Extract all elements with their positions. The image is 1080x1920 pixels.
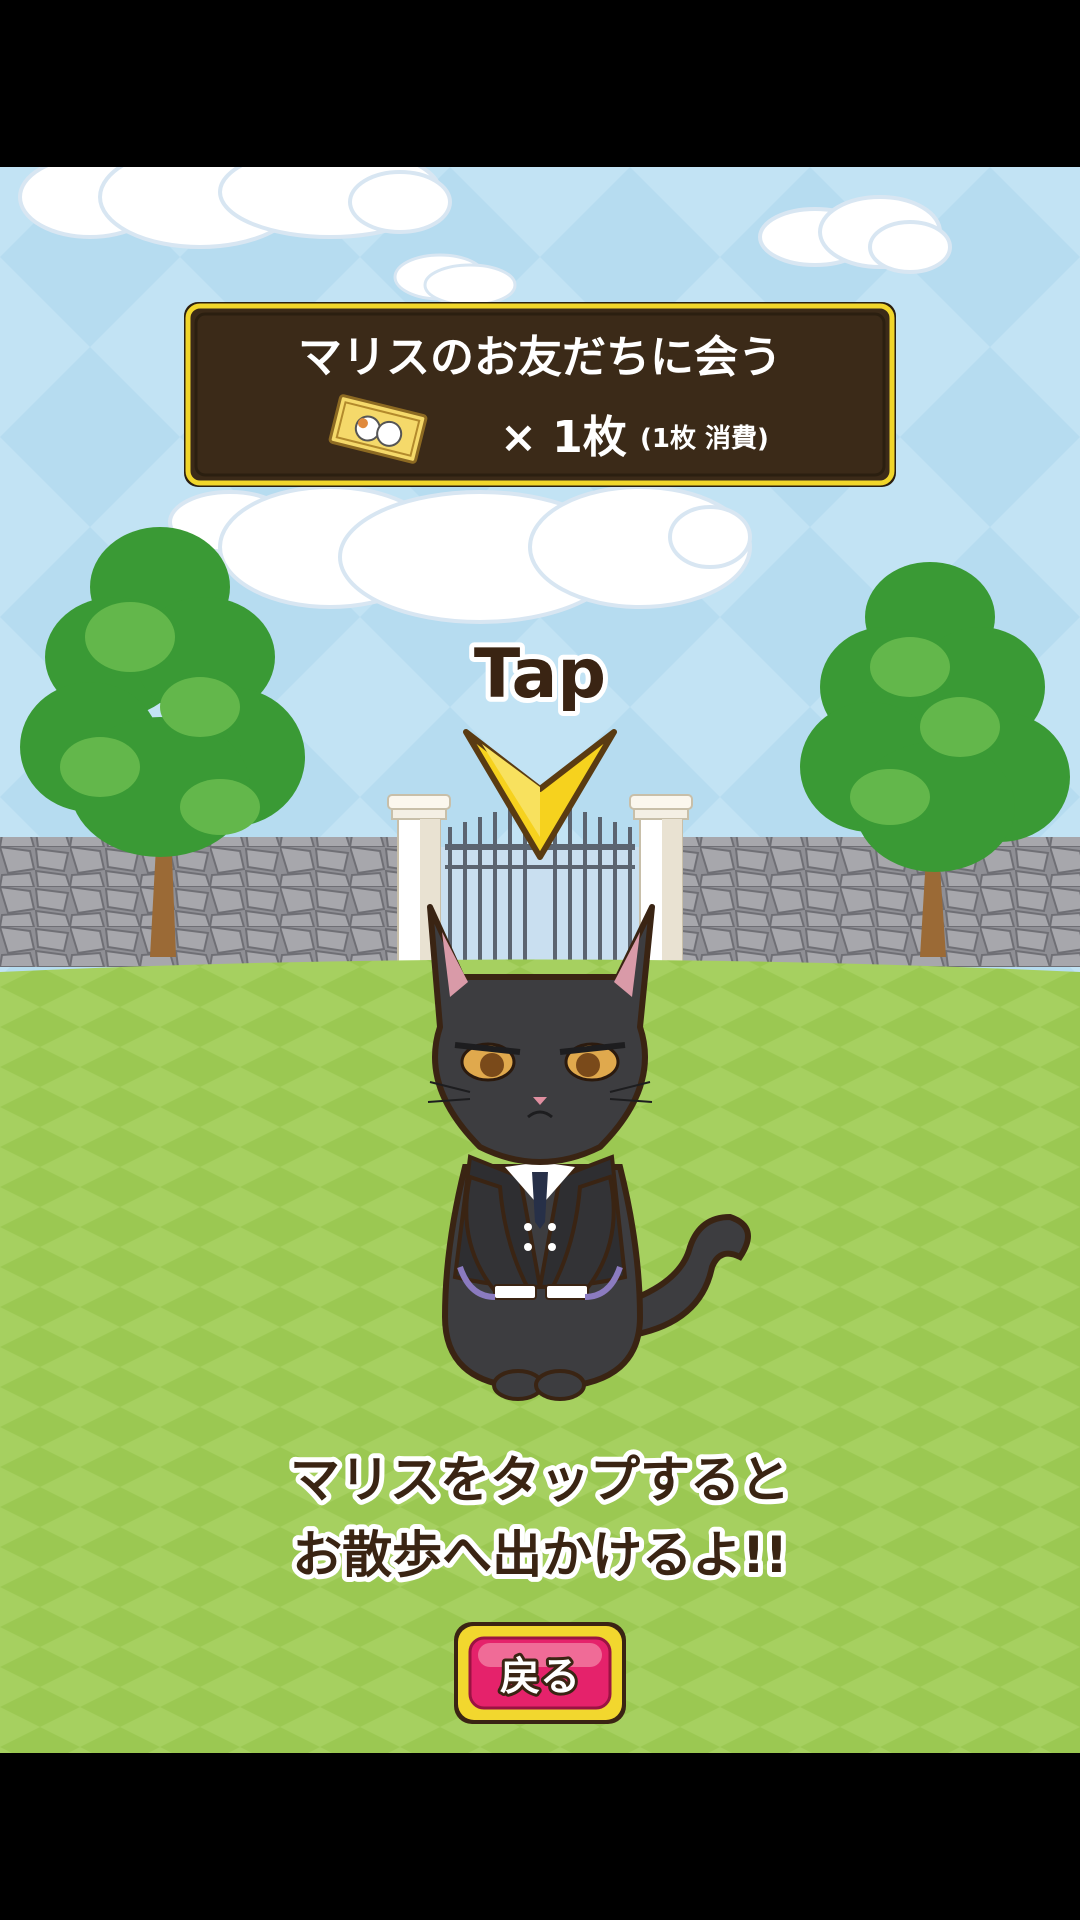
instruction-line-1: マリスをタップすると xyxy=(290,1451,790,1509)
stone-wall-left xyxy=(0,837,405,967)
back-button-label: 戻る xyxy=(500,1654,580,1700)
ticket-count: × 1枚 xyxy=(500,412,627,463)
info-title: マリスのお友だちに会う xyxy=(298,332,782,383)
tap-label: Tap xyxy=(474,635,606,714)
stone-wall-right xyxy=(675,837,1080,967)
ticket-consume-note: (1枚 消費) xyxy=(640,424,769,454)
instruction-line-2: お散歩へ出かけるよ!! xyxy=(292,1526,788,1584)
back-button[interactable]: 戻る xyxy=(454,1622,626,1724)
game-stage: マリスのお友だちに会う × 1枚 (1枚 消費) Tap マリスをタップすると … xyxy=(0,167,1080,1753)
